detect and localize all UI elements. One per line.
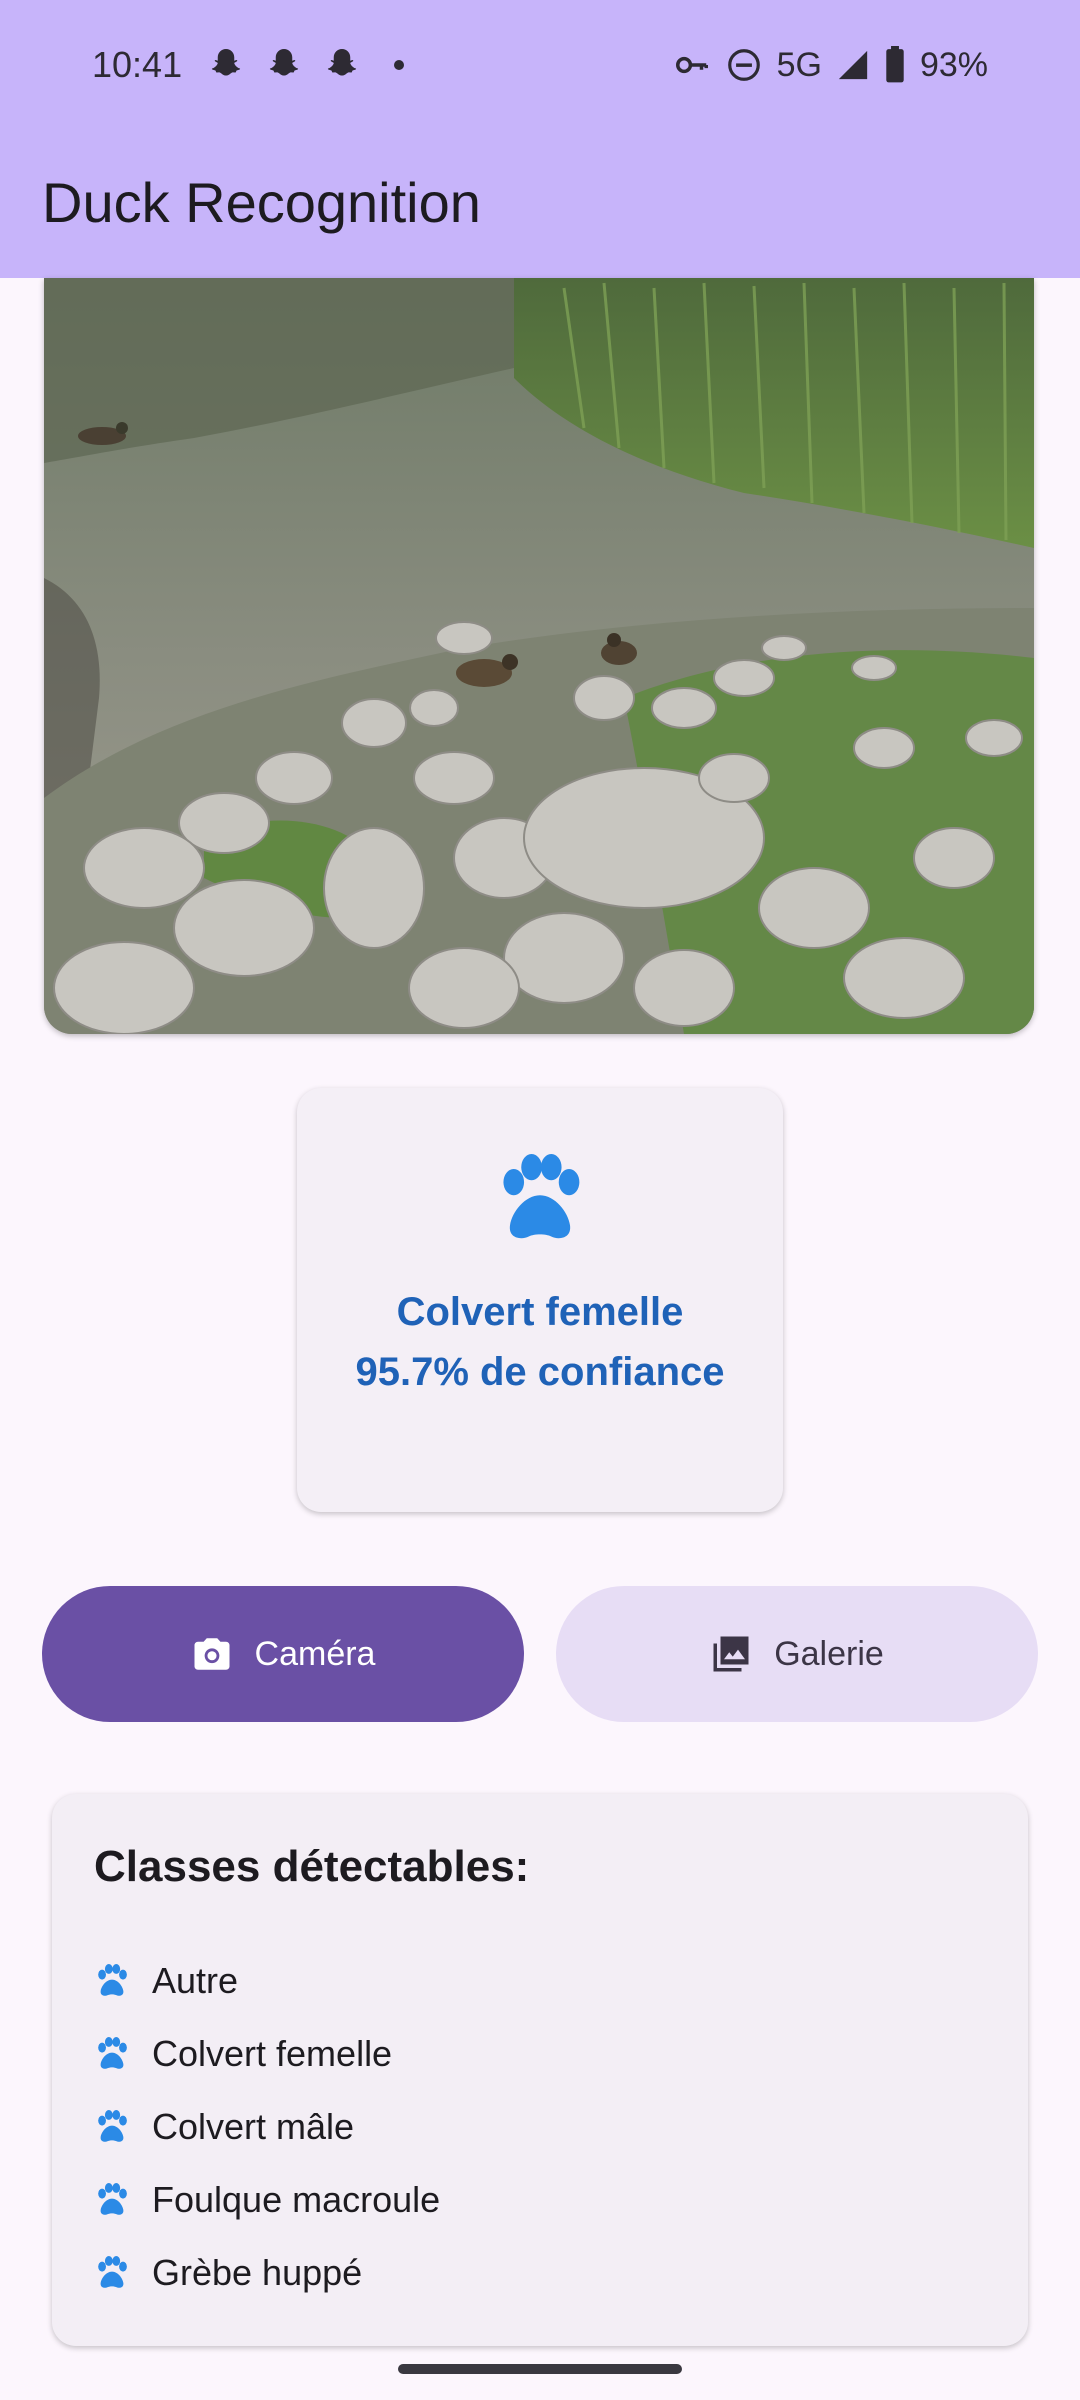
- detectable-classes-card: Classes détectables: Autre Colvert femel…: [52, 1794, 1028, 2346]
- paw-icon: [98, 2109, 127, 2142]
- list-item: Colvert mâle: [94, 2090, 440, 2163]
- more-notifications-dot: [394, 60, 404, 70]
- home-gesture-bar[interactable]: [398, 2364, 682, 2374]
- classes-title: Classes détectables:: [94, 1842, 530, 1891]
- camera-button[interactable]: Caméra: [42, 1586, 524, 1722]
- gallery-button[interactable]: Galerie: [556, 1586, 1038, 1722]
- system-status-icons: 5G 93%: [673, 40, 988, 90]
- prediction-label: Colvert femelle: [396, 1290, 684, 1334]
- snapchat-icon: [327, 49, 357, 76]
- vpn-key-icon: [675, 56, 708, 74]
- duck-photo: [44, 278, 1034, 1034]
- prediction-result-card: Colvert femelle 95.7% de confiance: [297, 1088, 783, 1512]
- do-not-disturb-icon: [727, 49, 760, 81]
- classes-list: Autre Colvert femelle Colvert mâle Foulq…: [94, 1944, 440, 2309]
- paw-icon: [98, 2036, 127, 2069]
- battery-level: 93%: [919, 45, 988, 84]
- top-app-bar: 10:41 5G 93% Duck Recognition: [0, 0, 1080, 278]
- list-item: Autre: [94, 1944, 440, 2017]
- selected-photo: [44, 278, 1034, 1034]
- paw-icon: [98, 2182, 127, 2215]
- class-label: Autre: [152, 1959, 239, 2001]
- battery-icon: [886, 46, 904, 83]
- list-item: Foulque macroule: [94, 2163, 440, 2236]
- snapchat-icon: [269, 49, 299, 76]
- class-label: Colvert mâle: [152, 2105, 355, 2147]
- class-label: Colvert femelle: [152, 2032, 393, 2074]
- class-label: Foulque macroule: [152, 2178, 441, 2220]
- list-item: Colvert femelle: [94, 2017, 440, 2090]
- status-time: 10:41: [92, 44, 183, 85]
- gallery-button-label: Galerie: [774, 1634, 884, 1673]
- photo-library-icon: [713, 1636, 749, 1672]
- paw-icon: [98, 1963, 127, 1996]
- camera-button-label: Caméra: [254, 1634, 376, 1673]
- network-type: 5G: [776, 45, 822, 84]
- paw-icon: [503, 1154, 580, 1239]
- paw-icon: [98, 2255, 127, 2288]
- snapchat-icon: [211, 49, 241, 76]
- camera-icon: [194, 1638, 230, 1670]
- signal-icon: [838, 50, 868, 80]
- prediction-text: Colvert femelle 95.7% de confiance: [297, 1282, 783, 1402]
- app-title: Duck Recognition: [42, 171, 481, 234]
- prediction-confidence: 95.7% de confiance: [355, 1350, 725, 1394]
- status-bar: 10:41 5G 93%: [0, 0, 1080, 135]
- list-item: Grèbe huppé: [94, 2236, 440, 2309]
- class-label: Grèbe huppé: [152, 2251, 363, 2293]
